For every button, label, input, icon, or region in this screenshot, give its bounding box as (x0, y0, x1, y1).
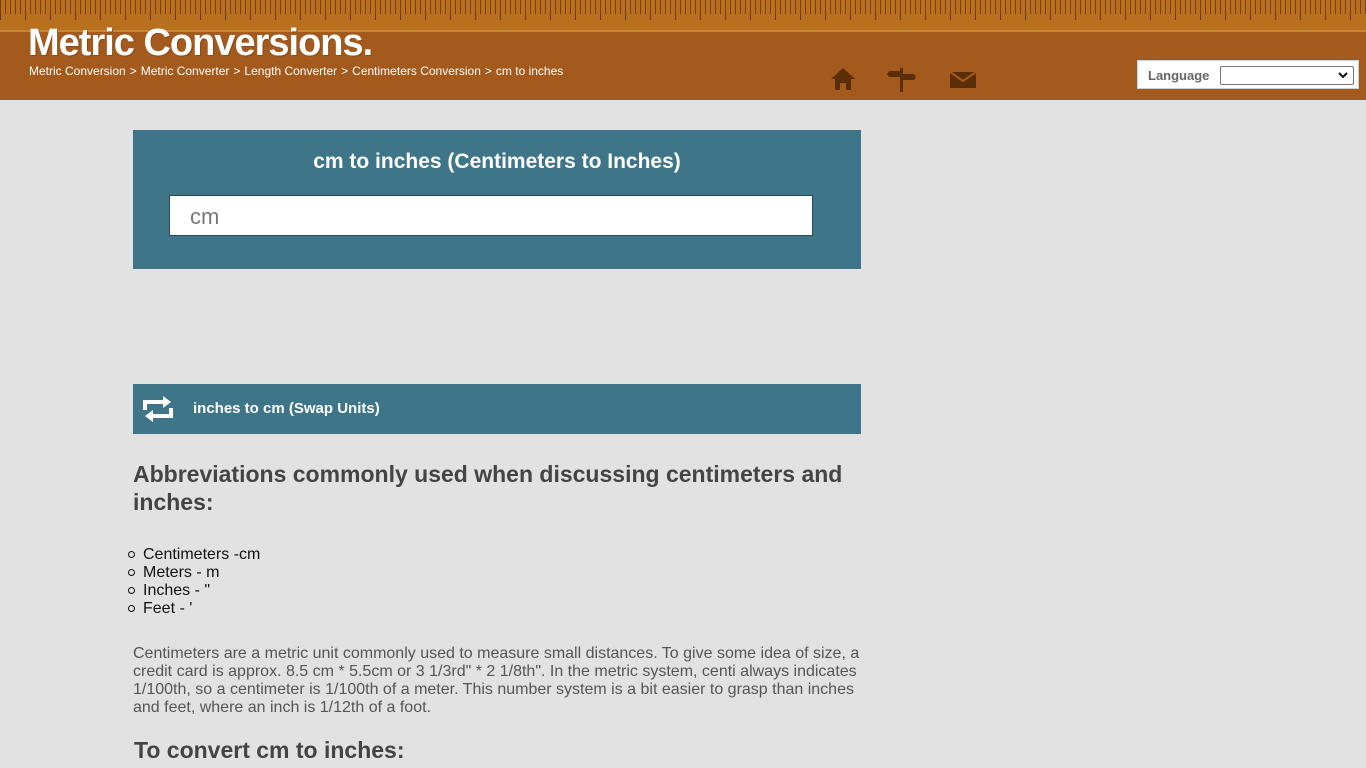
list-item: Centimeters -cm (127, 546, 261, 563)
converter-title: cm to inches (Centimeters to Inches) (313, 150, 681, 173)
swap-units-label: inches to cm (Swap Units) (193, 400, 380, 417)
mail-icon[interactable] (948, 64, 978, 94)
list-item: Meters - m (127, 564, 260, 582)
convert-heading: To convert cm to inches: (134, 737, 405, 763)
chevron-down-icon (1338, 72, 1348, 79)
breadcrumb-length-converter[interactable]: Length Converter (244, 64, 337, 78)
site-header: Metric Conversions. Metric Conversion > Me… (0, 0, 1366, 100)
breadcrumb-metric-converter[interactable]: Metric Converter (141, 64, 230, 78)
language-label: Language (1148, 68, 1210, 83)
language-selector: Language (1137, 60, 1359, 89)
swap-arrows-icon (143, 396, 173, 422)
home-icon[interactable] (828, 64, 858, 94)
signpost-icon[interactable] (887, 64, 917, 94)
breadcrumb-centimeters-conversion[interactable]: Centimeters Conversion (352, 64, 481, 78)
language-dropdown[interactable] (1220, 66, 1354, 85)
list-item: Inches - " (127, 582, 260, 600)
breadcrumb-current[interactable]: cm to inches (496, 64, 563, 78)
description-paragraph: Centimeters are a metric unit commonly u… (133, 645, 860, 716)
abbreviations-list: Centimeters -cm Meters - m Inches - " Fe… (127, 546, 261, 618)
list-item: Feet - ' (127, 600, 260, 618)
breadcrumb-metric-conversion[interactable]: Metric Conversion (29, 64, 126, 78)
abbreviations-heading: Abbreviations commonly used when discuss… (133, 461, 843, 515)
swap-units-button[interactable]: inches to cm (Swap Units) (133, 384, 861, 434)
site-logo[interactable]: Metric Conversions. (28, 22, 373, 65)
cm-input[interactable]: cm (169, 195, 813, 236)
breadcrumb: Metric Conversion > Metric Converter > Lengt… (29, 64, 564, 78)
converter-panel: cm to inches (Centimeters to Inches) cm (133, 130, 861, 269)
